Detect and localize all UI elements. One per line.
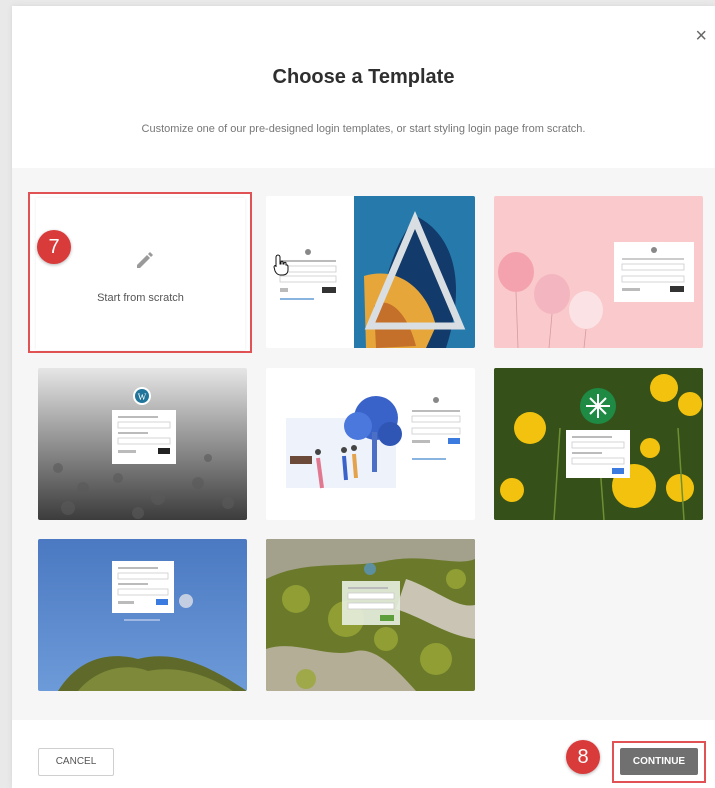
- dialog-footer: [12, 720, 715, 788]
- template-4-preview: W: [38, 368, 247, 520]
- step-badge-8: 8: [566, 740, 600, 774]
- template-card-5[interactable]: [266, 368, 475, 520]
- dialog-subtitle: Customize one of our pre-designed login …: [141, 123, 586, 135]
- dialog-title: Choose a Template: [272, 66, 455, 88]
- template-card-2[interactable]: [266, 196, 475, 348]
- template-card-6[interactable]: [494, 368, 703, 520]
- selected-template-highlight: Start from scratch: [28, 192, 252, 353]
- template-card-8[interactable]: [266, 539, 475, 691]
- pencil-icon: [137, 252, 153, 268]
- template-dialog: × Choose a Template Customize one of our…: [12, 6, 715, 788]
- template-card-scratch[interactable]: Start from scratch: [36, 198, 245, 350]
- template-card-3[interactable]: [494, 196, 703, 348]
- step-badge-7: 7: [37, 230, 71, 264]
- continue-button[interactable]: CONTINUE: [620, 748, 698, 775]
- wordpress-icon: W: [138, 392, 147, 402]
- template-5-preview: [266, 368, 475, 520]
- template-3-preview: [494, 196, 703, 348]
- dialog-header: × Choose a Template Customize one of our…: [12, 6, 715, 168]
- hand-cursor-icon: [273, 254, 289, 276]
- template-6-preview: [494, 368, 703, 520]
- template-7-preview: [38, 539, 247, 691]
- close-icon[interactable]: ×: [695, 26, 707, 46]
- template-card-4[interactable]: W: [38, 368, 247, 520]
- template-card-7[interactable]: [38, 539, 247, 691]
- template-2-preview: [266, 196, 475, 348]
- cancel-button[interactable]: CANCEL: [38, 748, 114, 776]
- scratch-label: Start from scratch: [97, 292, 184, 304]
- template-8-preview: [266, 539, 475, 691]
